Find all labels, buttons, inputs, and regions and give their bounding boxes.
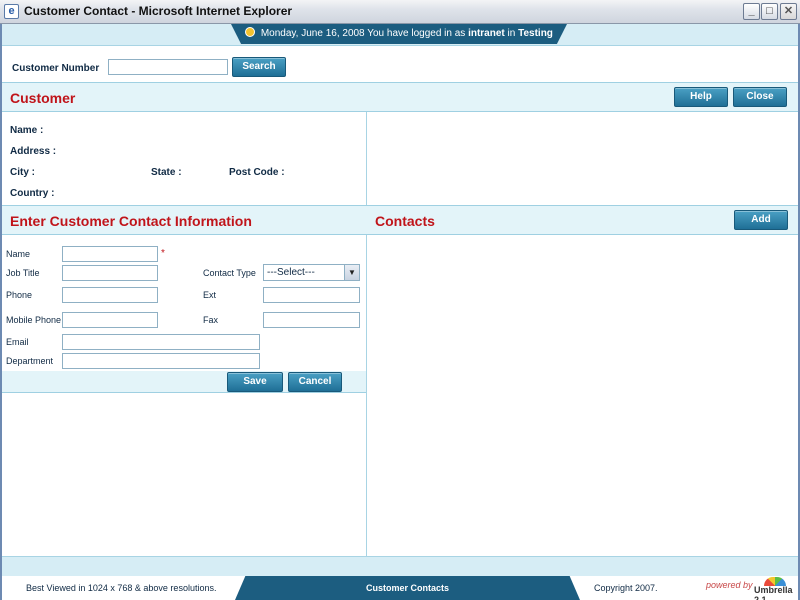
chevron-down-icon[interactable]: ▼ (344, 265, 359, 280)
logged-user: intranet (468, 28, 505, 39)
footer: Best Viewed in 1024 x 768 & above resolu… (2, 576, 798, 600)
ext-input[interactable] (263, 287, 360, 303)
minimize-button[interactable]: _ (743, 3, 760, 20)
resolution-note: Best Viewed in 1024 x 768 & above resolu… (26, 583, 217, 593)
search-button[interactable]: Search (232, 57, 286, 77)
fax-input[interactable] (263, 312, 360, 328)
contact-header-bar: Enter Customer Contact Information Conta… (2, 205, 798, 235)
app-frame: Monday, June 16, 2008 You have logged in… (0, 24, 800, 600)
department-input[interactable] (62, 353, 260, 369)
phone-label: Phone (6, 290, 33, 300)
customer-state-label: State : (151, 167, 182, 178)
ext-label: Ext (203, 290, 217, 300)
add-contact-button[interactable]: Add (734, 210, 788, 230)
window-title: Customer Contact - Microsoft Internet Ex… (24, 4, 293, 18)
fax-label: Fax (203, 315, 219, 325)
search-row: Customer Number Search (2, 54, 798, 84)
brand-name: Umbrella 2.1 (754, 585, 793, 600)
department-label: Department (6, 356, 54, 366)
login-in: in (507, 28, 516, 39)
cancel-button[interactable]: Cancel (288, 372, 342, 392)
clock-icon (245, 27, 256, 37)
contact-type-value: ---Select--- (267, 267, 315, 278)
customer-address-label: Address : (10, 146, 57, 157)
job-title-label: Job Title (6, 268, 40, 278)
required-marker: * (161, 248, 165, 259)
customer-country-label: Country : (10, 188, 55, 199)
job-title-input[interactable] (62, 265, 158, 281)
maximize-button[interactable]: □ (761, 3, 778, 20)
customer-number-input[interactable] (108, 59, 228, 75)
close-window-button[interactable]: ✕ (780, 3, 797, 20)
footer-band (2, 556, 798, 576)
mobile-phone-input[interactable] (62, 312, 158, 328)
mobile-phone-label: Mobile Phone (6, 315, 62, 325)
close-button[interactable]: Close (733, 87, 787, 107)
customer-header-bar: Customer Help Close (2, 82, 798, 112)
email-label: Email (6, 337, 29, 347)
ie-icon: e (4, 4, 19, 19)
contact-type-label: Contact Type (203, 268, 256, 278)
contact-type-select[interactable]: ---Select--- ▼ (263, 264, 360, 281)
customer-postcode-label: Post Code : (229, 167, 285, 178)
contact-form-title: Enter Customer Contact Information (10, 213, 252, 229)
contacts-title: Contacts (375, 213, 435, 229)
email-input[interactable] (62, 334, 260, 350)
form-actions-bar: Save Cancel (2, 371, 366, 393)
window-titlebar: e Customer Contact - Microsoft Internet … (0, 0, 800, 24)
copyright: Copyright 2007. (594, 583, 658, 593)
customer-number-label: Customer Number (12, 63, 100, 74)
phone-input[interactable] (62, 287, 158, 303)
customer-title: Customer (10, 90, 76, 106)
contact-name-label: Name (6, 249, 31, 259)
environment-name: Testing (518, 28, 553, 39)
help-button[interactable]: Help (674, 87, 728, 107)
login-status-banner: Monday, June 16, 2008 You have logged in… (231, 24, 567, 44)
panel-divider (366, 112, 367, 556)
customer-name-label: Name : (10, 125, 44, 136)
login-prefix: You have logged in as (367, 28, 466, 39)
customer-city-label: City : (10, 167, 35, 178)
contact-name-input[interactable] (62, 246, 158, 262)
current-date: Monday, June 16, 2008 (260, 28, 365, 39)
save-button[interactable]: Save (227, 372, 283, 392)
powered-by: powered by (706, 580, 753, 590)
footer-app-label: Customer Contacts (235, 576, 580, 600)
